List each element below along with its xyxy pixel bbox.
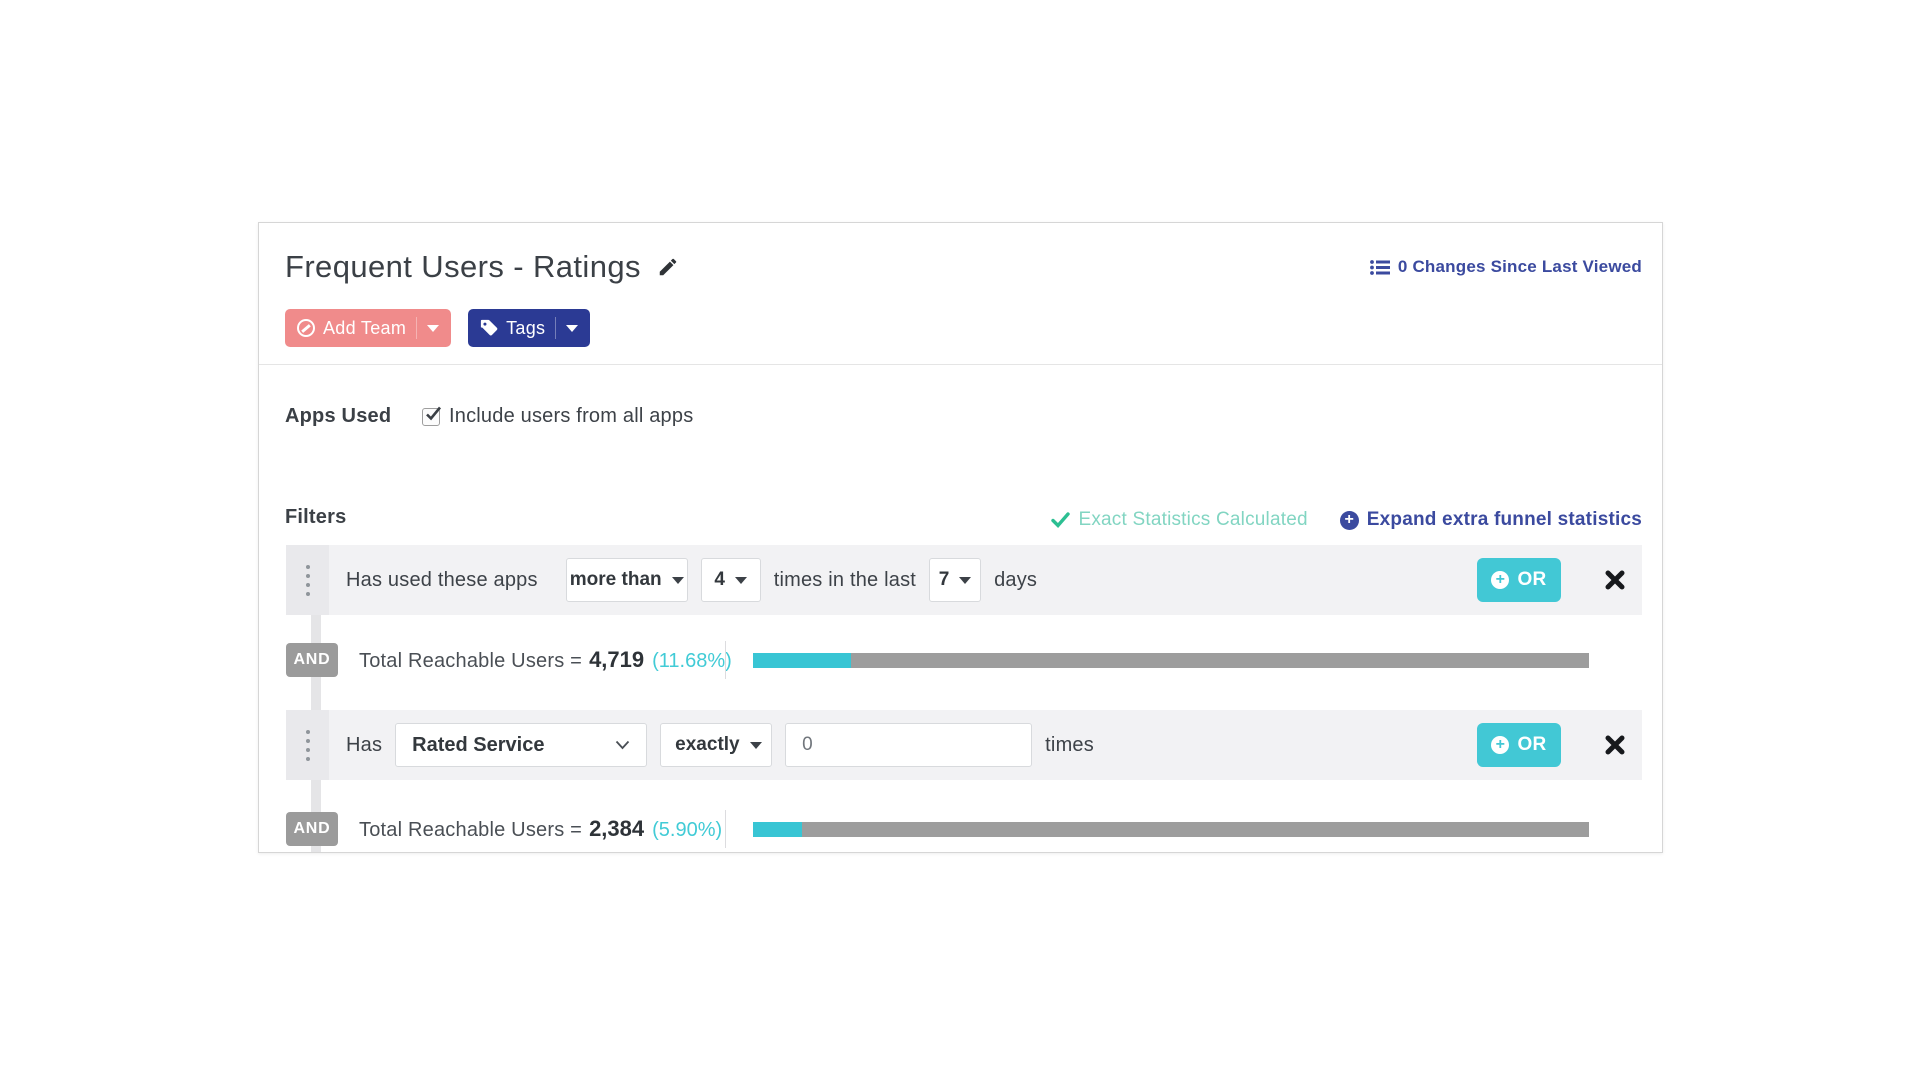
caret-down-icon [750,742,762,749]
changes-link-label: 0 Changes Since Last Viewed [1398,257,1642,277]
reachable-users-text: Total Reachable Users = 4,719 (11.68%) [359,647,725,673]
include-all-apps-label: Include users from all apps [449,405,693,428]
checkmark-icon [424,405,442,423]
progressbar-fill [753,653,851,668]
times-count-input[interactable] [785,723,1032,767]
segment-editor-card: Frequent Users - Ratings 0 Changes Since… [258,222,1663,853]
filter-row-rated-service: Has Rated Service exactly times + OR [286,710,1642,780]
reachable-users-value: 4,719 [589,647,644,673]
and-operator-badge: AND [286,643,338,677]
reachable-users-label: Total Reachable Users = [359,650,582,673]
reachable-users-percent: (5.90%) [652,819,722,842]
reachable-users-label: Total Reachable Users = [359,819,582,842]
reachable-users-row: AND Total Reachable Users = 2,384 (5.90%… [286,811,1642,847]
tags-button[interactable]: Tags [468,309,590,347]
progressbar-fill [753,822,802,837]
filters-heading: Filters [285,506,346,529]
stat-divider [725,641,726,679]
filter-prefix-label: Has [346,734,382,757]
reachable-users-progressbar [753,822,1589,837]
filters-header-right: Exact Statistics Calculated + Expand ext… [1051,509,1642,531]
add-team-label: Add Team [323,318,406,339]
reachable-users-percent: (11.68%) [652,650,732,673]
chevron-down-icon [615,740,630,750]
or-label: OR [1517,734,1546,756]
remove-filter-icon[interactable] [1604,569,1626,591]
page-title: Frequent Users - Ratings [285,249,641,285]
filter-suffix-label: times [1045,734,1094,757]
comparator-value: more than [570,569,662,591]
button-divider [555,317,556,339]
drag-handle[interactable] [286,545,329,615]
header-divider [259,364,1662,365]
caret-down-icon [672,577,684,584]
exact-statistics-label: Exact Statistics Calculated [1078,509,1307,531]
changes-list-icon [1370,259,1390,276]
expand-link-label: Expand extra funnel statistics [1367,509,1642,531]
caret-down-icon [959,577,971,584]
include-all-apps-checkbox[interactable] [422,408,440,426]
exact-statistics-status: Exact Statistics Calculated [1051,509,1307,531]
team-circle-icon [297,319,315,337]
check-icon [1051,512,1070,528]
changes-since-last-viewed-link[interactable]: 0 Changes Since Last Viewed [1370,257,1642,277]
caret-down-icon[interactable] [566,325,578,332]
filter-row-apps-used: Has used these apps more than 4 times in… [286,545,1642,615]
add-team-button[interactable]: Add Team [285,309,451,347]
remove-filter-icon[interactable] [1604,734,1626,756]
tag-icon [480,319,498,337]
header-buttons: Add Team Tags [285,309,590,347]
comparator-dropdown[interactable]: more than [566,558,688,602]
window-value: 7 [939,569,950,591]
window-dropdown[interactable]: 7 [929,558,981,602]
event-value: Rated Service [412,734,544,757]
filter-prefix-label: Has used these apps [346,569,538,592]
apps-used-row: Apps Used Include users from all apps [285,405,693,428]
reachable-users-text: Total Reachable Users = 2,384 (5.90%) [359,816,725,842]
reachable-users-progressbar [753,653,1589,668]
stat-divider [725,810,726,848]
title-row: Frequent Users - Ratings [285,249,679,285]
apps-used-label: Apps Used [285,405,422,428]
count-dropdown[interactable]: 4 [701,558,761,602]
add-or-condition-button[interactable]: + OR [1477,558,1561,602]
caret-down-icon [735,577,747,584]
reachable-users-value: 2,384 [589,816,644,842]
plus-circle-icon: + [1491,571,1509,589]
comparator-dropdown[interactable]: exactly [660,723,772,767]
expand-funnel-statistics-link[interactable]: + Expand extra funnel statistics [1340,509,1642,531]
reachable-users-row: AND Total Reachable Users = 4,719 (11.68… [286,642,1642,678]
event-dropdown[interactable]: Rated Service [395,723,647,767]
tags-label: Tags [506,318,545,339]
or-label: OR [1517,569,1546,591]
add-or-condition-button[interactable]: + OR [1477,723,1561,767]
and-operator-badge: AND [286,812,338,846]
count-value: 4 [714,569,725,591]
plus-circle-icon: + [1340,511,1359,530]
drag-handle[interactable] [286,710,329,780]
filter-middle-label: times in the last [774,569,916,592]
button-divider [416,317,417,339]
filter-suffix-label: days [994,569,1037,592]
caret-down-icon[interactable] [427,325,439,332]
edit-pencil-icon[interactable] [657,256,679,278]
comparator-value: exactly [675,734,739,756]
plus-circle-icon: + [1491,736,1509,754]
